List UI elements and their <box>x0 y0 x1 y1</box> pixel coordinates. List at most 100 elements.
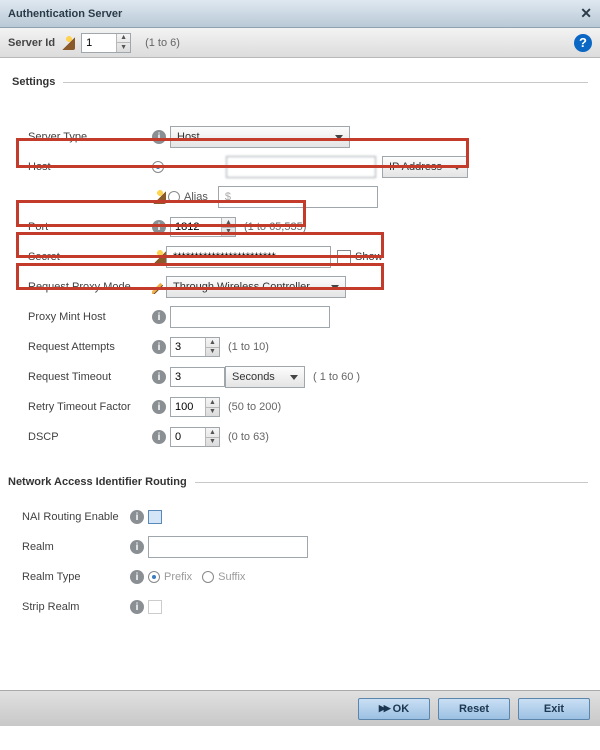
row-request-attempts: Request Attempts i ▲ ▼ (1 to 10) <box>12 332 588 362</box>
host-alias-radio[interactable]: Alias <box>168 191 208 203</box>
mint-host-label: Proxy Mint Host <box>12 311 152 323</box>
server-id-label: Server Id <box>8 37 55 49</box>
help-icon[interactable]: ? <box>574 34 592 52</box>
server-id-input[interactable] <box>82 34 116 52</box>
row-realm-type: Realm Type i Prefix Suffix <box>12 562 588 592</box>
host-ip-radio[interactable] <box>152 161 164 173</box>
realm-type-suffix-label: Suffix <box>218 571 245 583</box>
request-attempts-label: Request Attempts <box>12 341 152 353</box>
request-timeout-unit-dropdown[interactable]: Seconds <box>225 366 305 388</box>
info-icon[interactable]: i <box>152 430 166 444</box>
info-icon[interactable]: i <box>152 130 166 144</box>
row-proxy-mode: Request Proxy Mode Through Wireless Cont… <box>12 272 588 302</box>
row-server-type: Server Type i Host <box>12 122 588 152</box>
close-icon[interactable]: ✕ <box>580 5 592 22</box>
host-ip-type-dropdown[interactable]: IP Address <box>382 156 468 178</box>
spinner-down-icon[interactable]: ▼ <box>117 43 130 52</box>
request-attempts-input[interactable] <box>171 338 205 356</box>
info-icon[interactable]: i <box>130 600 144 614</box>
mint-host-input[interactable] <box>170 306 330 328</box>
realm-type-prefix-label: Prefix <box>164 571 192 583</box>
wand-icon <box>152 250 166 264</box>
info-icon[interactable]: i <box>152 310 166 324</box>
row-host: Host IP Address <box>12 152 588 182</box>
host-ip-input[interactable] <box>226 156 376 178</box>
realm-type-label: Realm Type <box>12 571 130 583</box>
form-body: Settings Server Type i Host Host IP Addr… <box>0 58 600 690</box>
dscp-range: (0 to 63) <box>228 431 269 443</box>
request-attempts-range: (1 to 10) <box>228 341 269 353</box>
nai-enable-label: NAI Routing Enable <box>12 511 130 523</box>
info-icon[interactable]: i <box>152 340 166 354</box>
retry-factor-spinner[interactable]: ▲ ▼ <box>170 397 220 417</box>
realm-type-prefix-radio[interactable]: Prefix <box>148 571 192 583</box>
spinner-up-icon[interactable]: ▲ <box>206 428 219 438</box>
proxy-mode-value: Through Wireless Controller <box>173 281 310 293</box>
request-attempts-spinner[interactable]: ▲ ▼ <box>170 337 220 357</box>
request-timeout-spinner[interactable] <box>170 367 225 387</box>
request-timeout-input[interactable] <box>171 368 205 386</box>
chevron-down-icon <box>453 165 461 170</box>
dialog-footer: ▶▶ OK Reset Exit <box>0 690 600 726</box>
nai-enable-checkbox[interactable] <box>148 510 162 524</box>
spinner-up-icon[interactable]: ▲ <box>117 34 130 44</box>
retry-factor-input[interactable] <box>171 398 205 416</box>
server-id-spinner[interactable]: ▲ ▼ <box>81 33 131 53</box>
dscp-input[interactable] <box>171 428 205 446</box>
port-input[interactable] <box>171 218 221 236</box>
secret-show-label: Show <box>355 251 383 263</box>
info-icon[interactable]: i <box>130 570 144 584</box>
divider <box>63 82 588 83</box>
spinner-up-icon[interactable]: ▲ <box>222 218 235 228</box>
secret-label: Secret <box>12 251 152 263</box>
spinner-up-icon[interactable]: ▲ <box>206 338 219 348</box>
server-type-value: Host <box>177 131 200 143</box>
host-alias-input[interactable] <box>218 186 378 208</box>
realm-input[interactable] <box>148 536 308 558</box>
realm-type-suffix-radio[interactable]: Suffix <box>202 571 245 583</box>
info-icon[interactable]: i <box>152 370 166 384</box>
row-realm: Realm i <box>12 532 588 562</box>
server-type-dropdown[interactable]: Host <box>170 126 350 148</box>
window-title: Authentication Server <box>8 8 580 20</box>
section-settings: Settings <box>12 76 588 88</box>
proxy-mode-dropdown[interactable]: Through Wireless Controller <box>166 276 346 298</box>
request-timeout-unit: Seconds <box>232 371 275 383</box>
host-ip-type-value: IP Address <box>389 161 442 173</box>
reset-button[interactable]: Reset <box>438 698 510 720</box>
secret-input[interactable] <box>166 246 331 268</box>
request-timeout-range: ( 1 to 60 ) <box>313 371 360 383</box>
spinner-down-icon[interactable]: ▼ <box>206 438 219 447</box>
secret-show-checkbox[interactable] <box>337 250 351 264</box>
reset-button-label: Reset <box>459 703 489 715</box>
spinner-down-icon[interactable]: ▼ <box>206 408 219 417</box>
proxy-mode-label: Request Proxy Mode <box>12 281 152 293</box>
exit-button-label: Exit <box>544 703 564 715</box>
exit-button[interactable]: Exit <box>518 698 590 720</box>
ok-button-label: OK <box>393 703 410 715</box>
spinner-down-icon[interactable]: ▼ <box>222 228 235 237</box>
chevron-down-icon <box>335 135 343 140</box>
dscp-spinner[interactable]: ▲ ▼ <box>170 427 220 447</box>
port-label: Port <box>12 221 152 233</box>
info-icon[interactable]: i <box>152 400 166 414</box>
spinner-down-icon[interactable]: ▼ <box>206 348 219 357</box>
spinner-up-icon[interactable]: ▲ <box>206 398 219 408</box>
row-mint-host: Proxy Mint Host i <box>12 302 588 332</box>
host-label: Host <box>12 161 152 173</box>
row-request-timeout: Request Timeout i Seconds ( 1 to 60 ) <box>12 362 588 392</box>
port-spinner[interactable]: ▲ ▼ <box>170 217 236 237</box>
info-icon[interactable]: i <box>152 220 166 234</box>
strip-realm-checkbox[interactable] <box>148 600 162 614</box>
section-nai-label: Network Access Identifier Routing <box>8 476 187 488</box>
realm-label: Realm <box>12 541 130 553</box>
row-host-alias: Alias <box>12 182 588 212</box>
wand-icon <box>152 190 166 204</box>
request-timeout-label: Request Timeout <box>12 371 152 383</box>
info-icon[interactable]: i <box>130 510 144 524</box>
info-icon[interactable]: i <box>130 540 144 554</box>
title-bar: Authentication Server ✕ <box>0 0 600 28</box>
ok-button[interactable]: ▶▶ OK <box>358 698 430 720</box>
strip-realm-label: Strip Realm <box>12 601 130 613</box>
retry-factor-range: (50 to 200) <box>228 401 281 413</box>
